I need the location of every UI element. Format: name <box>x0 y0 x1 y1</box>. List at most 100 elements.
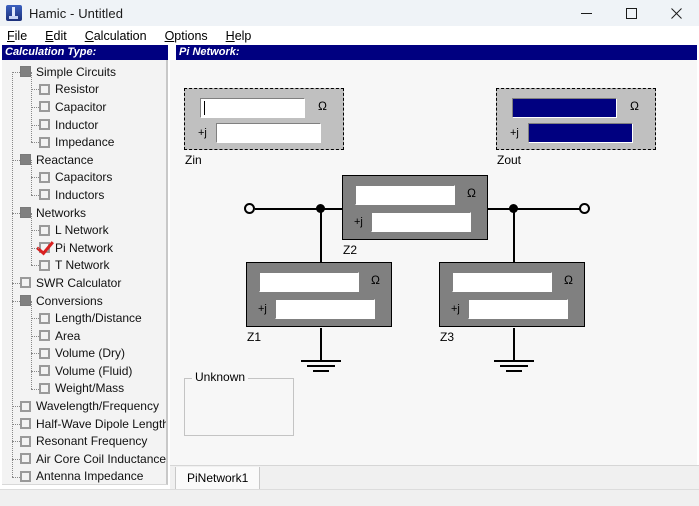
z3-box[interactable]: +j Ω <box>439 262 585 327</box>
z1-real-input[interactable] <box>259 272 359 292</box>
wire-right-rail <box>488 208 586 210</box>
tree-branch-line <box>12 424 20 425</box>
tree-branch-line <box>12 213 20 214</box>
sidebar-item-label: Half-Wave Dipole Length <box>36 416 168 432</box>
calculation-type-header: Calculation Type: <box>2 45 168 60</box>
checkbox-icon[interactable] <box>39 137 50 148</box>
tree-subtrunk-line <box>31 160 32 195</box>
checkbox-icon[interactable] <box>39 260 50 271</box>
sidebar-item-label: Capacitor <box>55 99 106 115</box>
checkbox-icon[interactable] <box>39 365 50 376</box>
zout-imag-input[interactable] <box>528 123 633 143</box>
zin-imag-input[interactable] <box>216 123 321 143</box>
zin-box[interactable]: +j Ω <box>184 88 344 150</box>
sidebar-item-inductor[interactable]: Inductor <box>2 116 166 134</box>
checkbox-icon[interactable] <box>39 84 50 95</box>
tree-parent-node-icon[interactable] <box>20 66 31 77</box>
z2-box[interactable]: +j Ω <box>342 175 488 240</box>
sidebar-item-label: Impedance <box>55 134 114 150</box>
tree-branch-line <box>31 177 39 178</box>
tree-branch-line <box>12 160 20 161</box>
tree-parent-node-icon[interactable] <box>20 207 31 218</box>
tree-parent-node-icon[interactable] <box>20 295 31 306</box>
checkbox-icon[interactable] <box>39 313 50 324</box>
sidebar-item-reactance[interactable]: Reactance <box>2 151 166 169</box>
checkbox-icon[interactable] <box>39 119 50 130</box>
sidebar-item-label: T Network <box>55 257 109 273</box>
sidebar-item-weight-mass[interactable]: Weight/Mass <box>2 380 166 398</box>
checkbox-icon[interactable] <box>20 471 31 482</box>
calculation-type-tree[interactable]: Simple CircuitsResistorCapacitorInductor… <box>2 60 168 485</box>
sidebar-item-volume-fluid[interactable]: Volume (Fluid) <box>2 362 166 380</box>
close-icon[interactable] <box>654 0 699 26</box>
checkbox-icon[interactable] <box>39 330 50 341</box>
sidebar-item-t-network[interactable]: T Network <box>2 257 166 275</box>
tree-branch-line <box>31 371 39 372</box>
checkbox-icon[interactable] <box>20 436 31 447</box>
z3-real-input[interactable] <box>452 272 552 292</box>
tree-branch-line <box>31 125 39 126</box>
checkbox-icon[interactable] <box>20 277 31 288</box>
z1-imag-input[interactable] <box>275 299 375 319</box>
junction-right <box>509 204 518 213</box>
sidebar-item-wavelength-frequency[interactable]: Wavelength/Frequency <box>2 397 166 415</box>
sidebar-item-simple-circuits[interactable]: Simple Circuits <box>2 63 166 81</box>
sidebar-item-air-core-coil-inductance[interactable]: Air Core Coil Inductance <box>2 450 166 468</box>
tree-branch-line <box>31 265 39 266</box>
menu-edit[interactable]: Edit <box>45 29 76 43</box>
menu-options[interactable]: Options <box>165 29 217 43</box>
checkbox-icon[interactable] <box>39 225 50 236</box>
checkbox-icon[interactable] <box>39 348 50 359</box>
z1-box[interactable]: +j Ω <box>246 262 392 327</box>
sidebar-item-impedance[interactable]: Impedance <box>2 133 166 151</box>
sidebar-item-networks[interactable]: Networks <box>2 204 166 222</box>
tree-branch-line <box>12 301 20 302</box>
tree-branch-line <box>12 283 20 284</box>
sidebar-item-capacitors[interactable]: Capacitors <box>2 169 166 187</box>
sidebar-item-length-distance[interactable]: Length/Distance <box>2 309 166 327</box>
sidebar-item-half-wave-dipole-length[interactable]: Half-Wave Dipole Length <box>2 415 166 433</box>
tree-branch-line <box>12 441 20 442</box>
z3-imag-input[interactable] <box>468 299 568 319</box>
sidebar-item-label: Resistor <box>55 81 99 97</box>
checkbox-icon[interactable] <box>20 418 31 429</box>
sidebar-item-capacitor[interactable]: Capacitor <box>2 98 166 116</box>
checkbox-icon[interactable] <box>39 383 50 394</box>
zout-real-input[interactable] <box>512 98 617 118</box>
sidebar-item-resistor[interactable]: Resistor <box>2 81 166 99</box>
menu-calculation[interactable]: Calculation <box>85 29 156 43</box>
z2-imag-prefix: +j <box>354 217 363 228</box>
tree-branch-line <box>31 248 39 249</box>
checkbox-icon[interactable] <box>20 401 31 412</box>
sidebar-item-conversions[interactable]: Conversions <box>2 292 166 310</box>
sidebar-item-inductors[interactable]: Inductors <box>2 186 166 204</box>
checkbox-icon[interactable] <box>39 172 50 183</box>
checkbox-icon[interactable] <box>20 453 31 464</box>
tree-parent-node-icon[interactable] <box>20 154 31 165</box>
sidebar-item-l-network[interactable]: L Network <box>2 221 166 239</box>
z3-imag-prefix: +j <box>451 304 460 315</box>
sidebar-item-area[interactable]: Area <box>2 327 166 345</box>
sidebar-item-swr-calculator[interactable]: SWR Calculator <box>2 274 166 292</box>
sidebar-item-antenna-impedance[interactable]: Antenna Impedance <box>2 468 166 485</box>
sidebar-item-volume-dry[interactable]: Volume (Dry) <box>2 345 166 363</box>
sidebar-item-resonant-frequency[interactable]: Resonant Frequency <box>2 432 166 450</box>
zout-box[interactable]: +j Ω <box>496 88 656 150</box>
minimize-icon[interactable] <box>564 0 609 26</box>
menu-help[interactable]: Help <box>226 29 261 43</box>
z2-imag-input[interactable] <box>371 212 471 232</box>
tree-branch-line <box>31 336 39 337</box>
pi-network-header: Pi Network: <box>176 45 697 60</box>
maximize-icon[interactable] <box>609 0 654 26</box>
zin-imag-prefix: +j <box>198 128 207 139</box>
menu-file[interactable]: File <box>7 29 36 43</box>
z2-real-input[interactable] <box>355 185 455 205</box>
checkbox-icon[interactable] <box>39 189 50 200</box>
tab-pinetwork1[interactable]: PiNetwork1 <box>175 467 260 489</box>
sidebar-item-pi-network[interactable]: Pi Network <box>2 239 166 257</box>
zin-real-input[interactable] <box>200 98 305 118</box>
ground-symbol-z3-bar1 <box>494 360 534 362</box>
tree-branch-line <box>31 353 39 354</box>
checkbox-checked-icon[interactable] <box>39 242 50 253</box>
checkbox-icon[interactable] <box>39 101 50 112</box>
